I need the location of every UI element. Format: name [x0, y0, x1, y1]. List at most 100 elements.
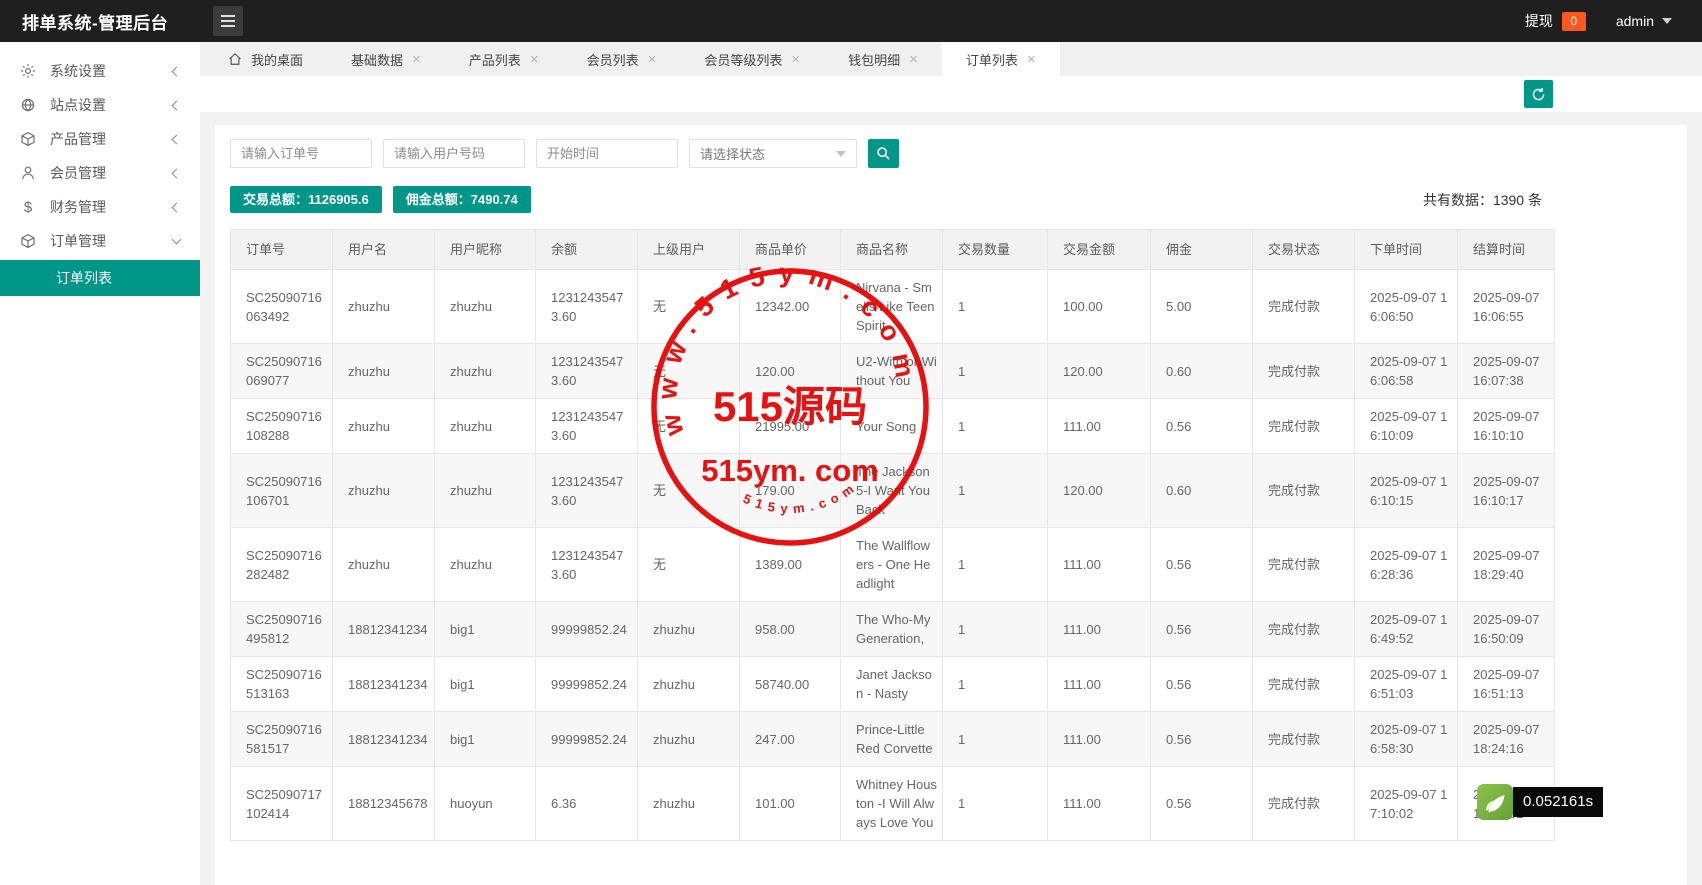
close-icon[interactable]: ×: [1027, 52, 1036, 67]
table-cell: 12312435473.60: [536, 454, 638, 528]
tab-bar: 我的桌面 基础数据 × 产品列表 × 会员列表 × 会员等级列表 × 钱包明细 …: [200, 42, 1702, 76]
table-cell: 2025-09-07 16:10:10: [1458, 399, 1555, 454]
table-cell: 120.00: [740, 344, 841, 399]
table-cell: zhuzhu: [333, 399, 435, 454]
user-no-input[interactable]: [383, 139, 525, 168]
sidebar-item-label: 系统设置: [50, 61, 173, 81]
status-select-value: 请选择状态: [700, 144, 765, 163]
user-menu[interactable]: admin: [1616, 13, 1672, 29]
table-row: SC2509071710241418812345678huoyun6.36zhu…: [231, 767, 1555, 841]
withdraw-count-badge: 0: [1562, 12, 1586, 31]
table-cell: 111.00: [1048, 657, 1151, 712]
table-cell: 1: [943, 270, 1048, 344]
sidebar-item-product-management[interactable]: 产品管理: [0, 122, 200, 156]
header-right: 提现 0 admin: [1525, 11, 1702, 31]
table-cell: 2025-09-07 16:06:55: [1458, 270, 1555, 344]
table-row: SC25090716063492zhuzhuzhuzhu12312435473.…: [231, 270, 1555, 344]
table-cell: 2025-09-07 16:10:15: [1355, 454, 1458, 528]
sidebar-item-order-list[interactable]: 订单列表: [0, 260, 200, 296]
table-row: SC25090716106701zhuzhuzhuzhu12312435473.…: [231, 454, 1555, 528]
debug-time-text: 0.052161s: [1513, 787, 1603, 817]
table-cell: The Wallflowers - One Headlight: [841, 528, 943, 602]
menu-toggle-button[interactable]: [213, 6, 243, 36]
debug-trace-badge[interactable]: 0.052161s: [1477, 784, 1603, 820]
tab-wallet-detail[interactable]: 钱包明细 ×: [824, 42, 942, 76]
tab-member-level-list[interactable]: 会员等级列表 ×: [680, 42, 824, 76]
total-count-text: 共有数据：1390 条: [1423, 190, 1672, 210]
table-cell: SC25090716495812: [231, 602, 333, 657]
table-cell: 2025-09-07 16:51:13: [1458, 657, 1555, 712]
filter-row: 请选择状态: [230, 139, 1672, 168]
table-cell: 完成付款: [1253, 528, 1355, 602]
search-icon: [876, 146, 891, 161]
tab-product-list[interactable]: 产品列表 ×: [445, 42, 563, 76]
status-select[interactable]: 请选择状态: [689, 139, 857, 168]
table-cell: 无: [638, 454, 740, 528]
table-cell: zhuzhu: [333, 270, 435, 344]
column-header: 余额: [536, 230, 638, 270]
table-cell: 101.00: [740, 767, 841, 841]
table-row: SC2509071658151718812341234big199999852.…: [231, 712, 1555, 767]
tab-my-desktop[interactable]: 我的桌面: [204, 42, 327, 76]
order-list-panel: 请选择状态 交易总额：1126905.6 佣金总额：7490.74 共有数据：1…: [215, 125, 1687, 885]
member-person-icon: [19, 165, 37, 181]
table-row: SC25090716282482zhuzhuzhuzhu12312435473.…: [231, 528, 1555, 602]
table-cell: SC25090716581517: [231, 712, 333, 767]
close-icon[interactable]: ×: [530, 52, 539, 67]
close-icon[interactable]: ×: [412, 52, 421, 67]
table-cell: Janet Jackson - Nasty: [841, 657, 943, 712]
table-cell: big1: [435, 712, 536, 767]
chevron-down-icon: [1662, 18, 1672, 24]
sidebar-item-label: 产品管理: [50, 129, 173, 149]
table-cell: 无: [638, 528, 740, 602]
table-cell: 100.00: [1048, 270, 1151, 344]
product-cube-icon: [19, 131, 37, 147]
sidebar-item-site-settings[interactable]: 站点设置: [0, 88, 200, 122]
close-icon[interactable]: ×: [648, 52, 657, 67]
table-cell: The Who-My Generation,: [841, 602, 943, 657]
sidebar-item-member-management[interactable]: 会员管理: [0, 156, 200, 190]
table-cell: zhuzhu: [435, 270, 536, 344]
table-cell: The Jackson 5-I Want You Back: [841, 454, 943, 528]
start-time-input[interactable]: [536, 139, 678, 168]
refresh-button[interactable]: [1524, 80, 1553, 108]
table-cell: big1: [435, 657, 536, 712]
table-cell: 完成付款: [1253, 270, 1355, 344]
trade-total-badge: 交易总额：1126905.6: [230, 186, 382, 213]
close-icon[interactable]: ×: [791, 52, 800, 67]
tab-order-list[interactable]: 订单列表 ×: [942, 42, 1060, 76]
table-cell: zhuzhu: [638, 657, 740, 712]
table-cell: 2025-09-07 16:50:09: [1458, 602, 1555, 657]
table-cell: 18812341234: [333, 602, 435, 657]
toolbar: [200, 76, 1702, 112]
table-cell: 1389.00: [740, 528, 841, 602]
search-button[interactable]: [868, 139, 899, 168]
table-cell: 1: [943, 528, 1048, 602]
table-cell: 1: [943, 602, 1048, 657]
table-cell: 1: [943, 344, 1048, 399]
table-cell: 1: [943, 454, 1048, 528]
table-cell: 完成付款: [1253, 602, 1355, 657]
table-cell: 2025-09-07 16:49:52: [1355, 602, 1458, 657]
table-cell: 完成付款: [1253, 399, 1355, 454]
tab-basic-data[interactable]: 基础数据 ×: [327, 42, 445, 76]
table-cell: 120.00: [1048, 454, 1151, 528]
thinkphp-leaf-icon: [1477, 784, 1513, 820]
close-icon[interactable]: ×: [909, 52, 918, 67]
chevron-down-icon: [836, 151, 846, 157]
sidebar-item-system-settings[interactable]: 系统设置: [0, 54, 200, 88]
withdraw-link[interactable]: 提现 0: [1525, 11, 1586, 31]
table-cell: 无: [638, 344, 740, 399]
column-header: 下单时间: [1355, 230, 1458, 270]
sidebar-item-finance-management[interactable]: $ 财务管理: [0, 190, 200, 224]
table-cell: 完成付款: [1253, 767, 1355, 841]
table-cell: 6.36: [536, 767, 638, 841]
order-no-input[interactable]: [230, 139, 372, 168]
tab-member-list[interactable]: 会员列表 ×: [563, 42, 681, 76]
sidebar-item-order-management[interactable]: 订单管理: [0, 224, 200, 258]
table-cell: 18812341234: [333, 657, 435, 712]
table-row: SC2509071651316318812341234big199999852.…: [231, 657, 1555, 712]
chevron-left-icon: [172, 100, 182, 110]
table-cell: zhuzhu: [638, 767, 740, 841]
table-cell: 12312435473.60: [536, 399, 638, 454]
